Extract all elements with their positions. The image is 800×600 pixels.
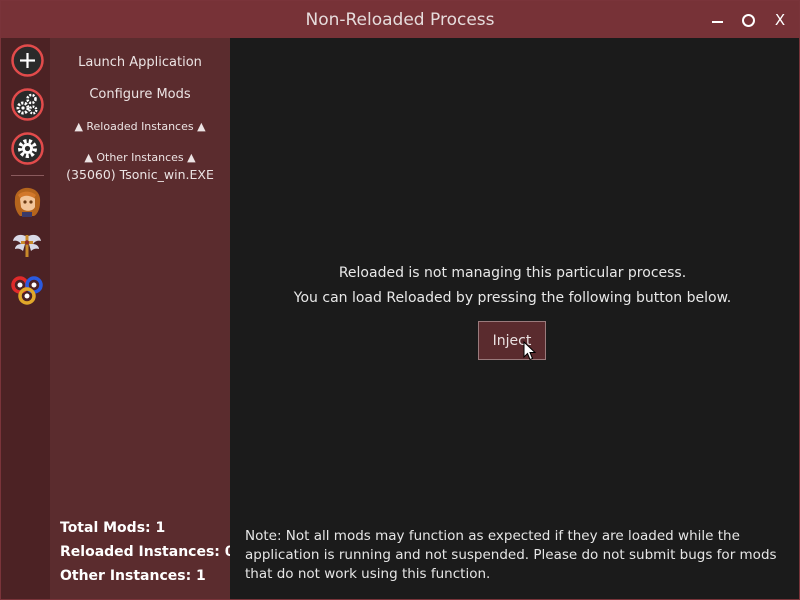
minimize-icon (711, 20, 723, 23)
other-instances-stat: Other Instances: 1 (60, 568, 206, 584)
rail-divider (11, 175, 44, 176)
minimize-button[interactable] (701, 1, 733, 38)
window-title: Non-Reloaded Process (305, 10, 495, 30)
note-text: Note: Not all mods may function as expec… (245, 528, 777, 582)
close-button[interactable]: X (764, 1, 796, 38)
stats-panel: Total Mods: 1 Reloaded Instances: 0 Othe… (60, 516, 235, 588)
add-application-button[interactable] (10, 43, 45, 78)
reloaded-instances-header[interactable]: ▲ Reloaded Instances ▲ (50, 120, 230, 133)
configure-mods-item[interactable]: Configure Mods (50, 87, 230, 102)
maximize-icon (741, 14, 755, 27)
gear-icon (11, 132, 44, 165)
title-bar[interactable]: Non-Reloaded Process X (1, 1, 799, 38)
mouse-cursor-icon (523, 341, 537, 361)
status-message: Reloaded is not managing this particular… (338, 265, 687, 281)
instruction-message: You can load Reloaded by pressing the fo… (293, 290, 732, 306)
plus-icon (11, 44, 44, 77)
character-portrait-icon (14, 187, 41, 217)
game-1-button[interactable] (10, 185, 44, 219)
maximize-button[interactable] (732, 1, 764, 38)
other-instances-header[interactable]: ▲ Other Instances ▲ (50, 151, 230, 164)
game-2-button[interactable] (10, 229, 44, 263)
total-mods-stat: Total Mods: 1 (60, 520, 166, 536)
colored-rings-icon (11, 276, 43, 305)
app-window: Non-Reloaded Process X Launch Applicatio… (0, 0, 800, 600)
reloaded-instances-stat: Reloaded Instances: 0 (60, 544, 235, 560)
launch-application-item[interactable]: Launch Application (50, 55, 230, 70)
gears-icon (11, 88, 44, 121)
game-3-button[interactable] (10, 273, 44, 307)
process-instance-item[interactable]: (35060) Tsonic_win.EXE (50, 167, 230, 182)
icon-rail (1, 38, 50, 599)
side-menu: Launch Application Configure Mods ▲ Relo… (50, 38, 235, 599)
manage-mods-button[interactable] (10, 87, 45, 122)
winged-emblem-icon (13, 234, 41, 257)
settings-button[interactable] (10, 131, 45, 166)
main-content: Reloaded is not managing this particular… (230, 38, 799, 599)
